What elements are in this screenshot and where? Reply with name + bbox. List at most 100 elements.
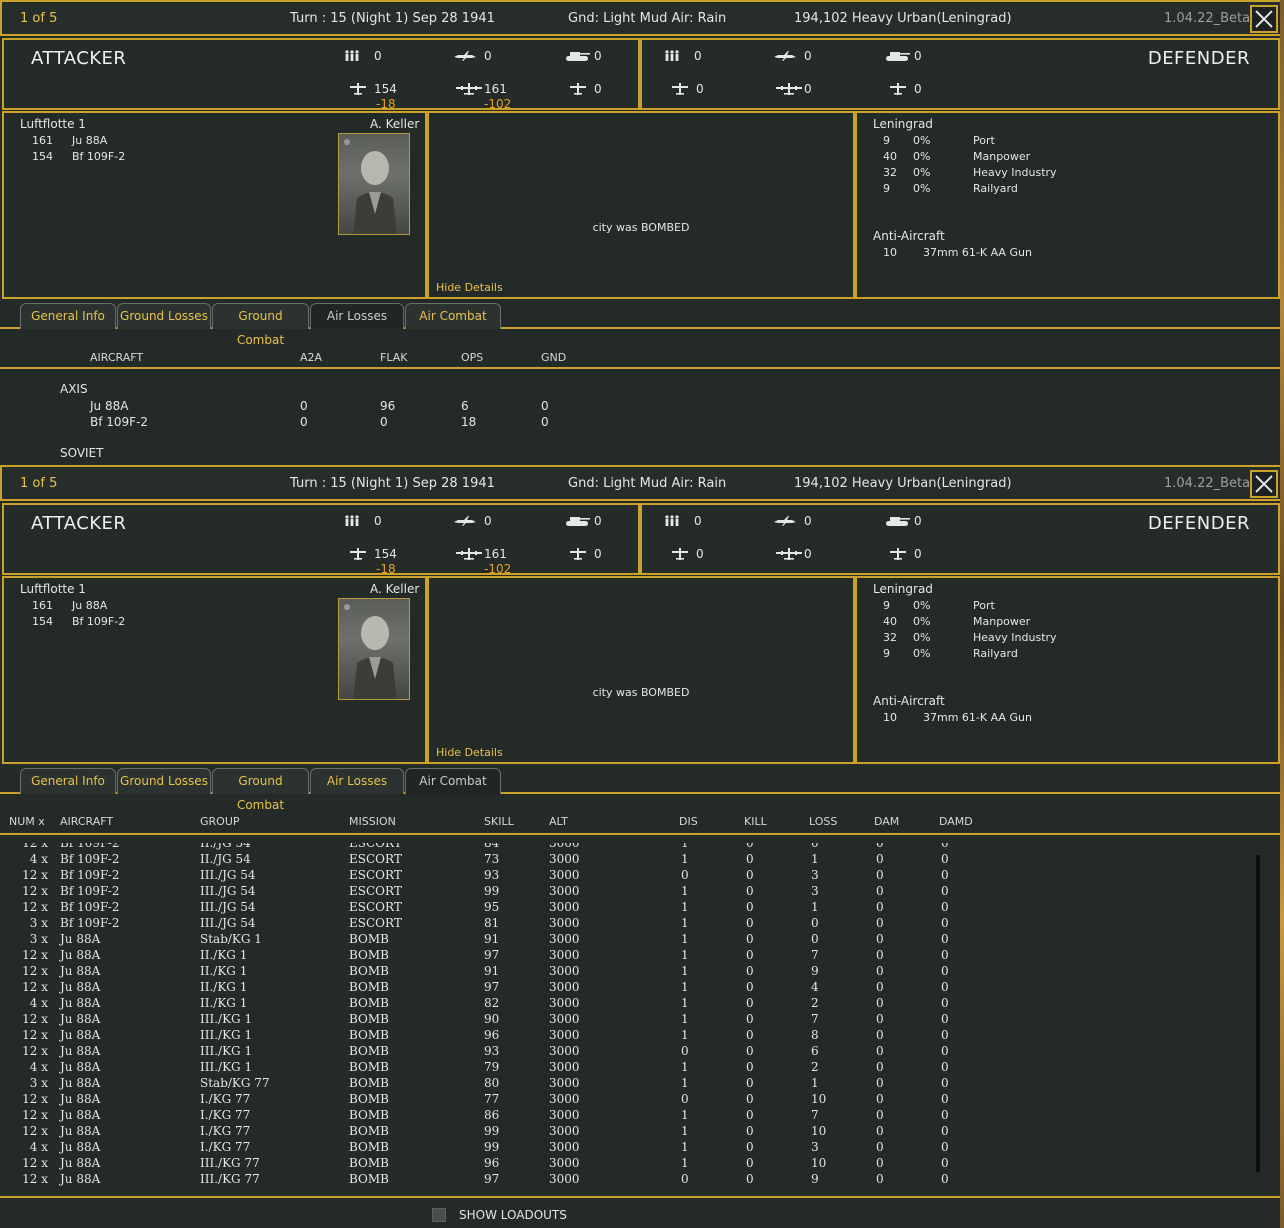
cell-alt: 3000 [549, 1092, 580, 1106]
table-row[interactable]: 12 x Bf 109F-2 III./JG 54 ESCORT 99 3000 1 0 3 0 0 [0, 884, 1260, 900]
title-bar: 1 of 5 Turn : 15 (Night 1) Sep 28 1941 G… [0, 465, 1284, 501]
cell-dis: 0 [681, 868, 689, 882]
col-aircraft: AIRCRAFT [90, 351, 144, 364]
unit-name: Luftflotte 1 [20, 117, 86, 131]
cell-dis: 1 [681, 1140, 689, 1154]
table-row[interactable]: 12 x Bf 109F-2 III./JG 54 ESCORT 93 3000 0 0 3 0 0 [0, 868, 1260, 884]
table-row[interactable]: 3 x Ju 88A Stab/KG 1 BOMB 91 3000 1 0 0 0 0 [0, 932, 1260, 948]
close-button[interactable] [1250, 470, 1278, 498]
tab-general-info[interactable]: General Info [20, 303, 116, 329]
table-row[interactable]: 12 x Ju 88A III./KG 1 BOMB 93 3000 0 0 6 0 0 [0, 1044, 1260, 1060]
table-row[interactable]: 4 x Ju 88A I./KG 77 BOMB 99 3000 1 0 3 0 0 [0, 1140, 1260, 1156]
hide-details-link[interactable]: Hide Details [436, 281, 503, 294]
map-edge [1280, 0, 1284, 1228]
table-row[interactable]: 12 x Ju 88A III./KG 77 BOMB 97 3000 0 0 9 0 0 [0, 1172, 1260, 1188]
cell-skill: 99 [484, 1124, 500, 1138]
aircraft-icon [774, 516, 796, 526]
attacker-summary: ATTACKER 0 0 0 154 -18 161 -102 0 [2, 38, 640, 111]
defender-title: DEFENDER [1147, 513, 1250, 534]
cell-group: I./KG 77 [200, 1108, 251, 1122]
tab-general-info[interactable]: General Info [20, 768, 116, 794]
table-row[interactable]: 12 x Ju 88A I./KG 77 BOMB 99 3000 1 0 10 0 0 [0, 1124, 1260, 1140]
table-row[interactable]: 12 x Ju 88A III./KG 1 BOMB 90 3000 1 0 7 0 0 [0, 1012, 1260, 1028]
commander-name: A. Keller [370, 117, 420, 131]
cell-damd: 0 [941, 1060, 949, 1074]
table-row[interactable]: 3 x Ju 88A Stab/KG 77 BOMB 80 3000 1 0 1 0 0 [0, 1076, 1260, 1092]
tank-icon [566, 517, 590, 526]
cell-num: 12 x [22, 843, 48, 850]
cell-damd: 0 [941, 884, 949, 898]
table-row[interactable]: 4 x Ju 88A III./KG 1 BOMB 79 3000 1 0 2 0 0 [0, 1060, 1260, 1076]
cell-skill: 81 [484, 916, 500, 930]
cell-damd: 0 [941, 843, 949, 850]
cell-group: II./JG 54 [200, 843, 251, 850]
tank-icon [566, 52, 590, 61]
tank-icon [886, 52, 910, 61]
target-row: 9 0% Port [883, 599, 995, 612]
show-loadouts-checkbox[interactable] [432, 1208, 446, 1222]
version: 1.04.22_Beta [1164, 476, 1251, 491]
cell-alt: 3000 [549, 1124, 580, 1138]
tab-ground-losses[interactable]: Ground Losses [117, 303, 211, 329]
close-icon [1255, 10, 1273, 28]
tab-ground-losses[interactable]: Ground Losses [117, 768, 211, 794]
col-gnd: GND [541, 351, 567, 364]
cell-alt: 3000 [549, 884, 580, 898]
table-row[interactable]: 3 x Bf 109F-2 III./JG 54 ESCORT 81 3000 1 0 0 0 0 [0, 916, 1260, 932]
tab-ground-combat[interactable]: Ground Combat [212, 303, 309, 347]
cell-loss: 3 [811, 884, 819, 898]
footer: SHOW LOADOUTS [0, 1196, 1284, 1228]
show-loadouts-label: SHOW LOADOUTS [459, 1208, 567, 1222]
cell-aircraft: Bf 109F-2 [60, 916, 120, 930]
cell-skill: 73 [484, 852, 500, 866]
cell-loss: 3 [811, 868, 819, 882]
hide-details-link[interactable]: Hide Details [436, 746, 503, 759]
tab-air-losses[interactable]: Air Losses [310, 303, 404, 329]
fighter-icon [672, 548, 688, 560]
commander-portrait[interactable] [338, 598, 410, 700]
cell-mission: BOMB [349, 932, 389, 946]
cell-aircraft: Ju 88A [60, 964, 101, 978]
table-row[interactable]: 12 x Ju 88A III./KG 77 BOMB 96 3000 1 0 10 0 0 [0, 1156, 1260, 1172]
target-row: 32 0% Heavy Industry [883, 631, 1057, 644]
table-row[interactable]: 12 x Ju 88A II./KG 1 BOMB 91 3000 1 0 9 0 0 [0, 964, 1260, 980]
cell-skill: 79 [484, 1060, 500, 1074]
cell-num: 12 x [22, 964, 48, 978]
cell-alt: 3000 [549, 964, 580, 978]
air-losses-header: AIRCRAFT A2A FLAK OPS GND [0, 331, 1284, 369]
target-row: 40 0% Manpower [883, 150, 1031, 163]
tab-ground-combat[interactable]: Ground Combat [212, 768, 309, 812]
air-combat-rows: 12 x Bf 109F-2 II./JG 54 ESCORT 84 3000 1 0 0 0 0 4… [0, 843, 1260, 1190]
target-row: 32 0% Heavy Industry [883, 166, 1057, 179]
commander-portrait[interactable] [338, 133, 410, 235]
scrollbar[interactable] [1256, 855, 1260, 1172]
table-row[interactable]: 12 x Ju 88A II./KG 1 BOMB 97 3000 1 0 7 0 0 [0, 948, 1260, 964]
close-button[interactable] [1250, 5, 1278, 33]
table-row[interactable]: 4 x Ju 88A II./KG 1 BOMB 82 3000 1 0 2 0 0 [0, 996, 1260, 1012]
tab-air-combat[interactable]: Air Combat [405, 303, 501, 329]
cell-mission: BOMB [349, 1060, 389, 1074]
cell-skill: 90 [484, 1012, 500, 1026]
table-row[interactable]: 12 x Ju 88A III./KG 1 BOMB 96 3000 1 0 8 0 0 [0, 1028, 1260, 1044]
cell-loss: 6 [811, 1044, 819, 1058]
cell-skill: 84 [484, 843, 500, 850]
cell-dis: 1 [681, 1012, 689, 1026]
cell-aircraft: Ju 88A [60, 1044, 101, 1058]
fighter-icon [672, 83, 688, 95]
cell-loss: 2 [811, 1060, 819, 1074]
loss-aircraft: Bf 109F-2 [90, 415, 149, 429]
table-row[interactable]: 12 x Ju 88A I./KG 77 BOMB 86 3000 1 0 7 0 0 [0, 1108, 1260, 1124]
table-row[interactable]: 12 x Bf 109F-2 II./JG 54 ESCORT 84 3000 1 0 0 0 0 [0, 843, 1260, 852]
tab-air-combat[interactable]: Air Combat [405, 768, 501, 794]
cell-num: 12 x [22, 980, 48, 994]
cell-mission: ESCORT [349, 916, 402, 930]
cell-aircraft: Ju 88A [60, 1028, 101, 1042]
tab-air-losses[interactable]: Air Losses [310, 768, 404, 794]
attacker-fighters: 154 -18 [350, 547, 410, 577]
table-row[interactable]: 12 x Bf 109F-2 III./JG 54 ESCORT 95 3000 1 0 1 0 0 [0, 900, 1260, 916]
cell-dam: 0 [876, 1076, 884, 1090]
cell-mission: ESCORT [349, 868, 402, 882]
table-row[interactable]: 12 x Ju 88A II./KG 1 BOMB 97 3000 1 0 4 0 0 [0, 980, 1260, 996]
table-row[interactable]: 12 x Ju 88A I./KG 77 BOMB 77 3000 0 0 10 0 0 [0, 1092, 1260, 1108]
table-row[interactable]: 4 x Bf 109F-2 II./JG 54 ESCORT 73 3000 1 0 1 0 0 [0, 852, 1260, 868]
